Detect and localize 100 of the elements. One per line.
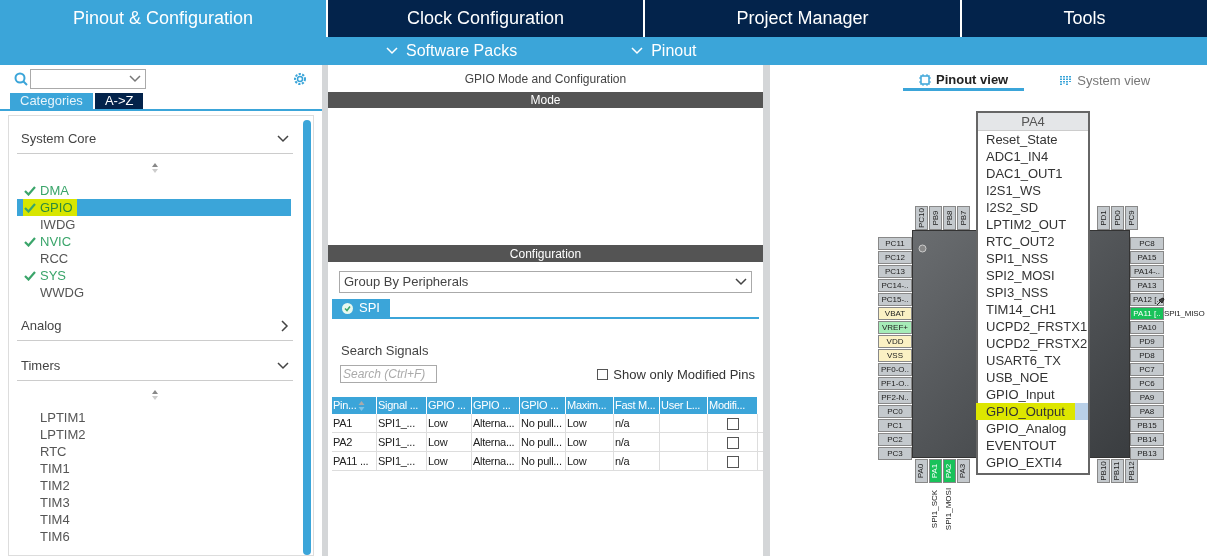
- pin[interactable]: PB11: [1111, 459, 1124, 483]
- category-header[interactable]: Timers: [17, 351, 293, 381]
- pin[interactable]: VDD: [878, 335, 912, 348]
- table-cell: Low: [428, 455, 448, 467]
- menu-item[interactable]: SPI3_NSS: [978, 284, 1088, 301]
- pin[interactable]: VSS: [878, 349, 912, 362]
- pin[interactable]: PC3: [878, 447, 912, 460]
- pin[interactable]: PA8: [1130, 405, 1164, 418]
- checkbox[interactable]: [727, 455, 739, 468]
- table-cell: PA11 ...: [333, 455, 369, 467]
- tab[interactable]: A->Z: [94, 93, 144, 109]
- pin[interactable]: PC8: [1130, 237, 1164, 250]
- signal-label: SPI1_MOSI: [943, 487, 954, 531]
- settings-icon[interactable]: [292, 71, 308, 87]
- check-icon: [23, 202, 36, 213]
- pin[interactable]: VBAT: [878, 307, 912, 320]
- menu-item[interactable]: USB_NOE: [978, 369, 1088, 386]
- table-cell: Low: [428, 436, 448, 448]
- pin[interactable]: PA15: [1130, 251, 1164, 264]
- menu-item[interactable]: USART6_TX: [978, 352, 1088, 369]
- pin[interactable]: PD8: [1130, 349, 1164, 362]
- pin[interactable]: PB8: [943, 206, 956, 230]
- top-tab[interactable]: Tools: [962, 0, 1207, 37]
- pin[interactable]: PA10: [1130, 321, 1164, 334]
- pin[interactable]: PD0: [1111, 206, 1124, 230]
- sort-icon[interactable]: [151, 389, 159, 401]
- pin-label: PD0: [1113, 210, 1122, 226]
- menu-item[interactable]: Reset_State: [978, 131, 1088, 148]
- search-field[interactable]: Search (Ctrl+F): [340, 365, 437, 384]
- view-tab[interactable]: System view: [1044, 71, 1167, 91]
- pin[interactable]: PC0: [878, 405, 912, 418]
- pin[interactable]: PD9: [1130, 335, 1164, 348]
- sort-icon[interactable]: [358, 400, 366, 411]
- pin[interactable]: PB14: [1130, 433, 1164, 446]
- menu-item[interactable]: GPIO_Input: [978, 386, 1088, 403]
- menu-item[interactable]: I2S1_WS: [978, 182, 1088, 199]
- pin[interactable]: VREF+: [878, 321, 912, 334]
- table-cell: SPI1_...: [378, 455, 415, 467]
- top-tab[interactable]: Clock Configuration: [328, 0, 643, 37]
- scrollbar[interactable]: [303, 120, 311, 555]
- pin[interactable]: PB7: [957, 206, 970, 230]
- menu-item[interactable]: UCPD2_FRSTX2: [978, 335, 1088, 352]
- menu-item[interactable]: EVENTOUT: [978, 437, 1088, 454]
- pin[interactable]: PC1: [878, 419, 912, 432]
- pin[interactable]: PA9: [1130, 391, 1164, 404]
- sort-icon[interactable]: [151, 162, 159, 174]
- category-header[interactable]: System Core: [17, 124, 293, 154]
- pin[interactable]: PB15: [1130, 419, 1164, 432]
- pin[interactable]: PA13: [1130, 279, 1164, 292]
- pin[interactable]: PB10: [1097, 459, 1110, 483]
- chip-icon: [919, 73, 931, 86]
- view-tab[interactable]: Pinout view: [903, 71, 1025, 91]
- pin-label: VBAT: [884, 309, 906, 318]
- menu-item[interactable]: LPTIM2_OUT: [978, 216, 1088, 233]
- pin[interactable]: PB12: [1125, 459, 1138, 483]
- checkbox[interactable]: Show only Modified Pins: [597, 364, 755, 384]
- top-tab[interactable]: Project Manager: [645, 0, 960, 37]
- pin[interactable]: PA0: [915, 459, 928, 483]
- pin[interactable]: PC6: [1130, 377, 1164, 390]
- search-combo[interactable]: [30, 69, 146, 89]
- checkbox[interactable]: [727, 436, 739, 449]
- pin[interactable]: PC11: [878, 237, 912, 250]
- table-cell: No pull...: [521, 417, 562, 429]
- pin-label: PC8: [1139, 239, 1155, 248]
- pin-label: PC1: [887, 421, 903, 430]
- table-cell: n/a: [615, 436, 630, 448]
- table-cell: PA2: [333, 436, 353, 448]
- pin-label: PC0: [887, 407, 903, 416]
- menu-item[interactable]: GPIO_EXTI4: [978, 454, 1088, 471]
- menu-title: PA4: [978, 113, 1088, 131]
- pin[interactable]: PB9: [929, 206, 942, 230]
- checkbox[interactable]: [727, 417, 739, 430]
- menu-item[interactable]: GPIO_Output: [978, 403, 1088, 420]
- table-cell: n/a: [615, 455, 630, 467]
- pin[interactable]: PC2: [878, 433, 912, 446]
- pin-label: PA0: [917, 463, 926, 479]
- menu-item[interactable]: I2S2_SD: [978, 199, 1088, 216]
- menu-item[interactable]: SPI1_NSS: [978, 250, 1088, 267]
- pin1-dot-icon: [918, 244, 927, 253]
- pin[interactable]: PC9: [1125, 206, 1138, 230]
- pin[interactable]: PC13: [878, 265, 912, 278]
- menu-item[interactable]: GPIO_Analog: [978, 420, 1088, 437]
- pin-label: VDD: [886, 337, 904, 346]
- menu-item[interactable]: ADC1_IN4: [978, 148, 1088, 165]
- menu-item[interactable]: UCPD2_FRSTX1: [978, 318, 1088, 335]
- pin[interactable]: PA3: [957, 459, 970, 483]
- group-dropdown[interactable]: Group By Peripherals: [339, 271, 752, 293]
- pin[interactable]: PC10: [915, 206, 928, 230]
- pin-label: PA9: [1139, 393, 1155, 402]
- menu-item[interactable]: SPI2_MOSI: [978, 267, 1088, 284]
- menu-item[interactable]: DAC1_OUT1: [978, 165, 1088, 182]
- pin[interactable]: PC7: [1130, 363, 1164, 376]
- pin[interactable]: PB13: [1130, 447, 1164, 460]
- category-header[interactable]: Analog: [17, 311, 293, 341]
- pin[interactable]: PC12: [878, 251, 912, 264]
- menu-item[interactable]: RTC_OUT2: [978, 233, 1088, 250]
- pin[interactable]: PD1: [1097, 206, 1110, 230]
- pin-label: PA3: [959, 463, 968, 479]
- pushpin-icon: [1156, 297, 1165, 306]
- menu-item[interactable]: TIM14_CH1: [978, 301, 1088, 318]
